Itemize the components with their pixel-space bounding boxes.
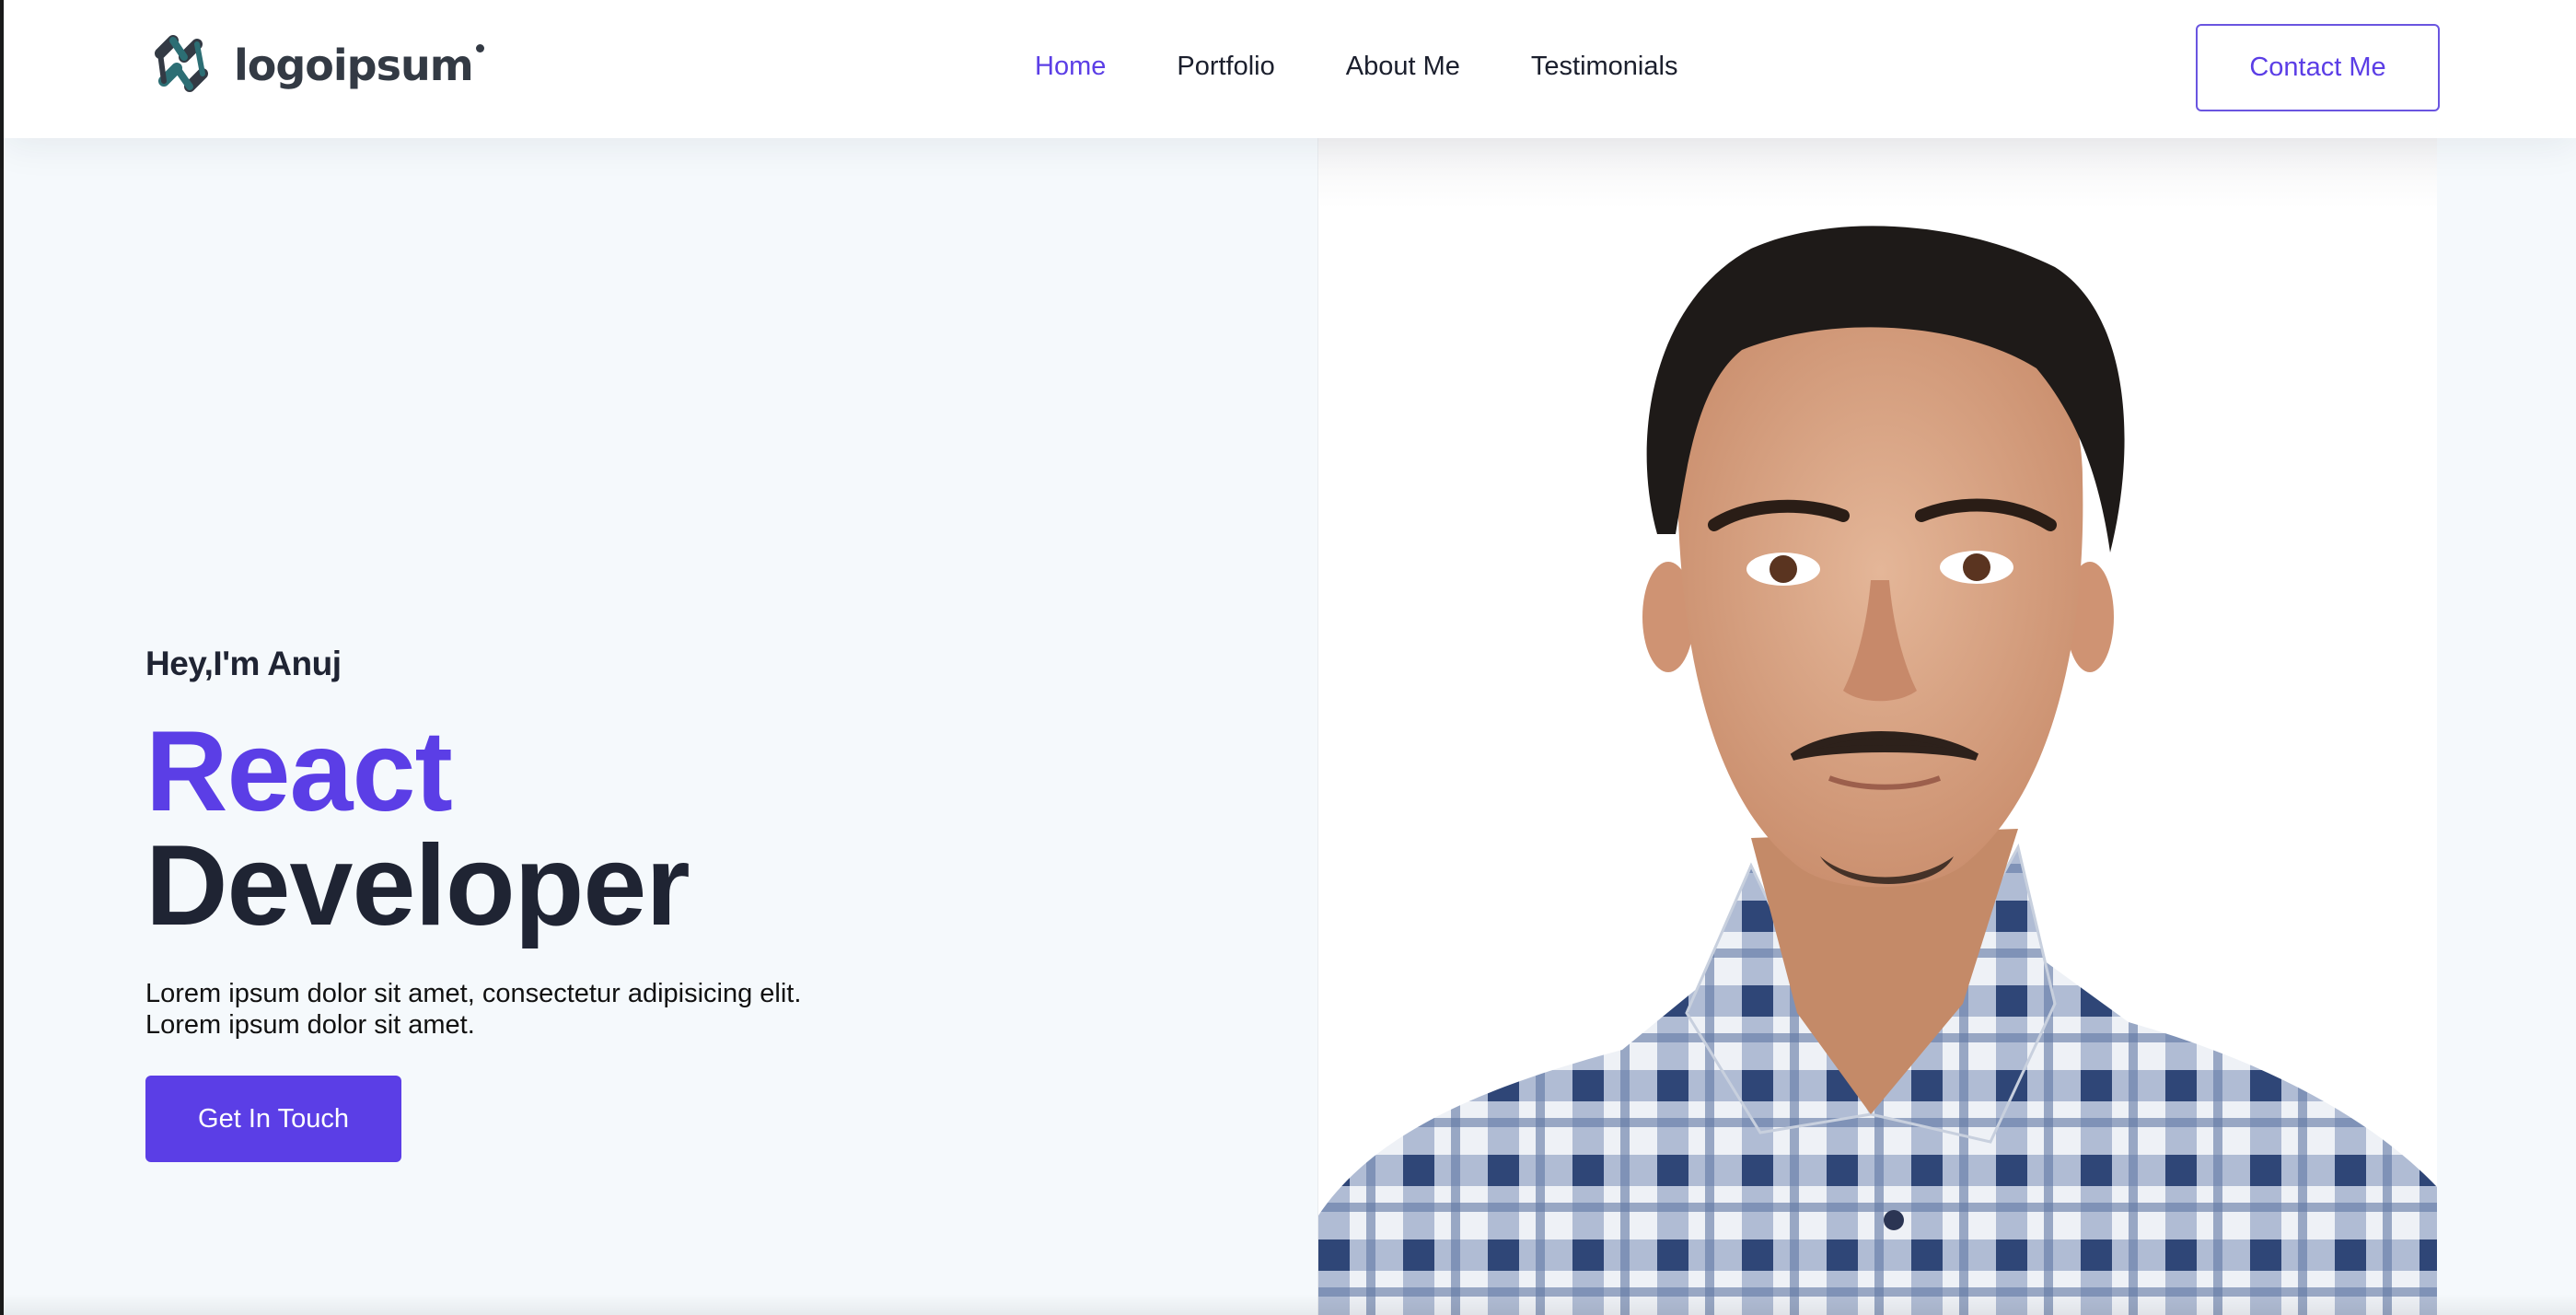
hero-content: Hey,I'm Anuj React Developer Lorem ipsum… (145, 645, 1250, 1162)
bottom-shadow (4, 1294, 2576, 1315)
hero-title: React Developer (145, 715, 1250, 943)
hero-greeting: Hey,I'm Anuj (145, 645, 342, 682)
logo-text: logoipsum (234, 41, 484, 90)
nav-link-testimonials[interactable]: Testimonials (1531, 46, 1678, 87)
hero-description: Lorem ipsum dolor sit amet, consectetur … (145, 978, 974, 1041)
nav-link-home[interactable]: Home (1035, 46, 1106, 87)
get-in-touch-button[interactable]: Get In Touch (145, 1076, 401, 1162)
contact-me-button[interactable]: Contact Me (2196, 24, 2440, 111)
logo-wordmark: logoipsum (234, 41, 474, 90)
logo[interactable]: logoipsum (149, 33, 484, 98)
hero-description-line-2: Lorem ipsum dolor sit amet. (145, 1010, 475, 1040)
hero-title-main: Developer (145, 822, 690, 949)
navbar: logoipsum Home Portfolio About Me Testim… (4, 0, 2576, 138)
nav-link-about-me[interactable]: About Me (1346, 46, 1460, 87)
profile-photo-illustration (1318, 226, 2437, 1315)
logo-dot (475, 44, 484, 52)
nav-link-portfolio[interactable]: Portfolio (1177, 46, 1274, 87)
nav-links: Home Portfolio About Me Testimonials (1035, 46, 1748, 87)
hero-description-line-1: Lorem ipsum dolor sit amet, consectetur … (145, 979, 802, 1008)
profile-photo (1317, 138, 2437, 1315)
logo-mark-icon (155, 35, 208, 92)
hero-title-accent: React (145, 708, 453, 835)
